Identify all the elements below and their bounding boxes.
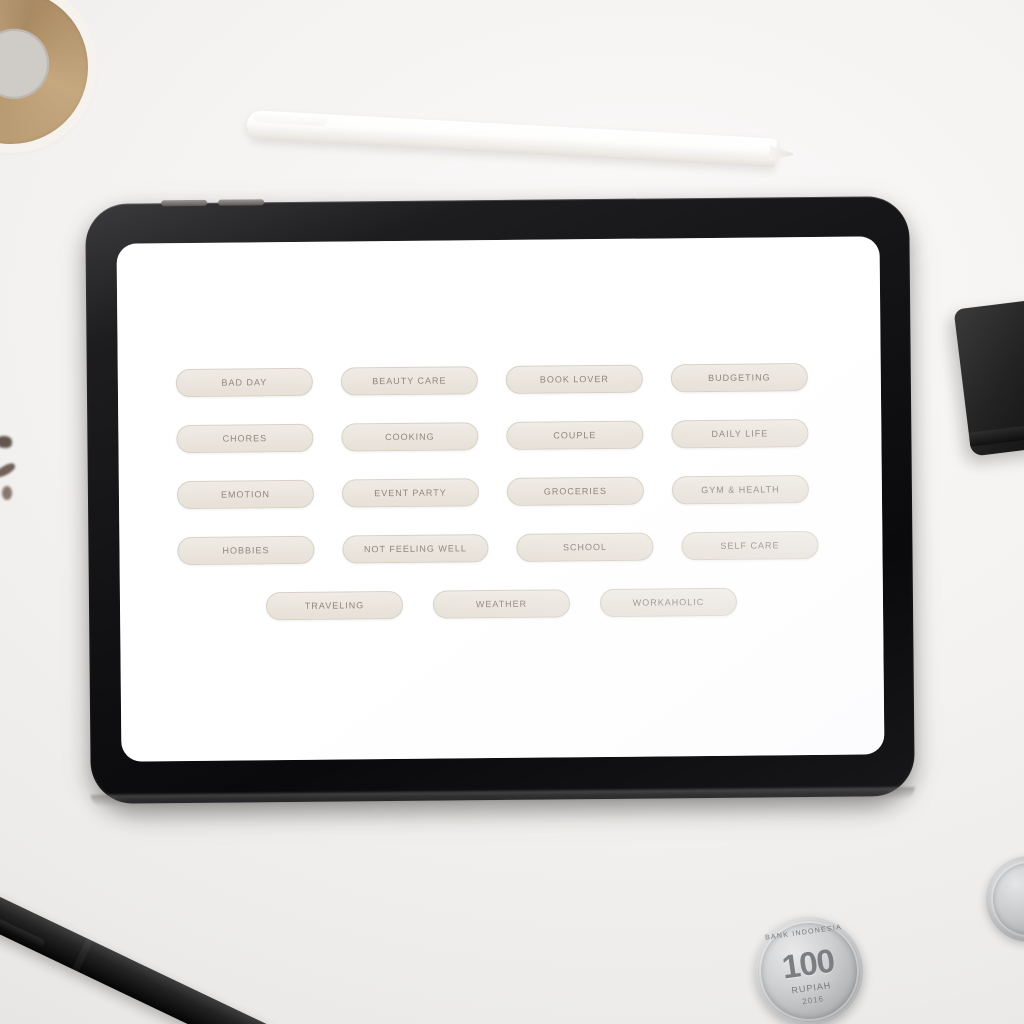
category-pill-label: CHORES (222, 433, 268, 444)
category-pill-self-care[interactable]: SELF CARE (681, 530, 819, 561)
category-pill-label: DAILY LIFE (711, 428, 769, 439)
category-pill-beauty-care[interactable]: BEAUTY CARE (340, 366, 478, 396)
category-pill-label: GROCERIES (543, 485, 607, 497)
category-pill-label: NOT FEELING WELL (363, 543, 467, 555)
category-row: TRAVELING WEATHER WORKAHOLIC (178, 587, 825, 621)
category-pill-grid: BAD DAY BEAUTY CARE BOOK LOVER BUDGETING CHO… (117, 236, 885, 761)
desk-smudge-mark (0, 436, 12, 448)
category-pill-groceries[interactable]: GROCERIES (506, 476, 645, 506)
category-pill-label: GYM & HEALTH (701, 484, 780, 496)
category-pill-event-party[interactable]: EVENT PARTY (341, 478, 480, 508)
category-pill-label: HOBBIES (222, 545, 270, 556)
category-pill-not-feeling-well[interactable]: NOT FEELING WELL (342, 534, 489, 564)
category-pill-label: WEATHER (475, 598, 528, 610)
category-pill-weather[interactable]: WEATHER (432, 589, 571, 619)
category-pill-bad-day[interactable]: BAD DAY (175, 367, 313, 398)
category-pill-label: COUPLE (553, 430, 597, 441)
category-row: EMOTION EVENT PARTY GROCERIES GYM & HEALTH (176, 475, 824, 510)
category-pill-label: BUDGETING (708, 372, 771, 383)
category-pill-budgeting[interactable]: BUDGETING (670, 363, 808, 393)
category-pill-label: WORKAHOLIC (632, 597, 705, 608)
category-pill-label: SELF CARE (720, 540, 780, 551)
category-pill-label: EMOTION (220, 489, 270, 500)
volume-down-button[interactable] (218, 199, 265, 206)
category-pill-hobbies[interactable]: HOBBIES (177, 535, 315, 566)
category-pill-label: SCHOOL (562, 541, 608, 553)
category-pill-label: TRAVELING (304, 600, 365, 611)
category-pill-label: COOKING (385, 431, 435, 443)
category-pill-emotion[interactable]: EMOTION (176, 479, 315, 510)
category-pill-workaholic[interactable]: WORKAHOLIC (599, 587, 738, 618)
category-pill-couple[interactable]: COUPLE (506, 420, 644, 450)
tablet-device: BAD DAY BEAUTY CARE BOOK LOVER BUDGETING CHO… (85, 196, 915, 810)
category-pill-label: EVENT PARTY (374, 487, 447, 499)
tablet-bezel: BAD DAY BEAUTY CARE BOOK LOVER BUDGETING CHO… (85, 196, 915, 807)
category-pill-chores[interactable]: CHORES (176, 423, 314, 454)
category-row: BAD DAY BEAUTY CARE BOOK LOVER BUDGETING (175, 363, 823, 398)
category-pill-gym-health[interactable]: GYM & HEALTH (671, 475, 810, 505)
desk-smudge-mark (2, 486, 12, 500)
category-pill-traveling[interactable]: TRAVELING (265, 590, 404, 621)
category-pill-book-lover[interactable]: BOOK LOVER (505, 364, 643, 394)
volume-up-button[interactable] (161, 199, 208, 207)
tablet-screen[interactable]: BAD DAY BEAUTY CARE BOOK LOVER BUDGETING CHO… (116, 236, 885, 762)
category-pill-daily-life[interactable]: DAILY LIFE (671, 419, 809, 449)
category-pill-label: BAD DAY (221, 377, 268, 388)
category-row: CHORES COOKING COUPLE DAILY LIFE (176, 419, 823, 454)
category-pill-label: BOOK LOVER (539, 373, 609, 385)
category-row: HOBBIES NOT FEELING WELL SCHOOL SELF CARE (177, 530, 824, 566)
category-pill-school[interactable]: SCHOOL (516, 532, 654, 562)
category-pill-label: BEAUTY CARE (372, 375, 447, 387)
category-pill-cooking[interactable]: COOKING (341, 422, 479, 452)
